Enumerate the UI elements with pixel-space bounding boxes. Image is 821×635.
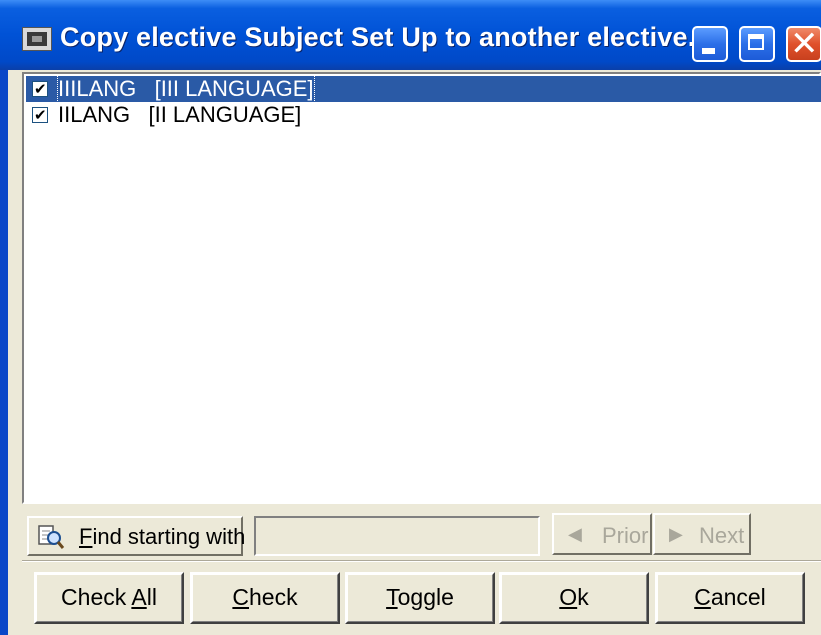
prior-button[interactable]: ◀ Prior	[552, 513, 652, 555]
window-frame-left	[0, 70, 8, 635]
checkbox[interactable]	[32, 76, 48, 102]
separator	[22, 560, 821, 562]
elective-subject-list[interactable]: IIILANG [III LANGUAGE] IILANG [II LANGUA…	[22, 72, 821, 504]
check-all-button[interactable]: Check All	[34, 572, 184, 624]
cancel-button[interactable]: Cancel	[655, 572, 805, 624]
maximize-button[interactable]	[739, 26, 775, 62]
list-item[interactable]: IILANG [II LANGUAGE]	[26, 102, 821, 128]
right-arrow-icon: ▶	[669, 524, 683, 545]
minimize-button[interactable]	[692, 26, 728, 62]
next-label: Next	[699, 523, 745, 548]
find-magnifier-icon	[38, 525, 65, 549]
checkbox[interactable]	[32, 102, 48, 128]
list-item[interactable]: IIILANG [III LANGUAGE]	[26, 75, 821, 103]
list-item-label: IILANG [II LANGUAGE]	[58, 102, 302, 127]
window-title: Copy elective Subject Set Up to another …	[60, 22, 711, 52]
ok-button[interactable]: Ok	[499, 572, 649, 624]
find-starting-with-button[interactable]: Find starting with	[27, 516, 246, 556]
title-bar[interactable]: Copy elective Subject Set Up to another …	[0, 0, 821, 70]
list-item-label: IIILANG [III LANGUAGE]	[57, 75, 315, 103]
prior-label: Prior	[602, 523, 649, 548]
toggle-button[interactable]: Toggle	[345, 572, 495, 624]
find-text-input[interactable]	[254, 516, 540, 556]
next-button[interactable]: ▶ Next	[653, 513, 751, 555]
app-window-icon[interactable]	[22, 27, 52, 51]
close-button[interactable]: ✕	[786, 24, 821, 64]
left-arrow-icon: ◀	[568, 524, 582, 545]
find-button-label: Find starting with	[79, 524, 246, 549]
close-icon: ✕	[790, 24, 819, 64]
check-button[interactable]: Check	[190, 572, 340, 624]
